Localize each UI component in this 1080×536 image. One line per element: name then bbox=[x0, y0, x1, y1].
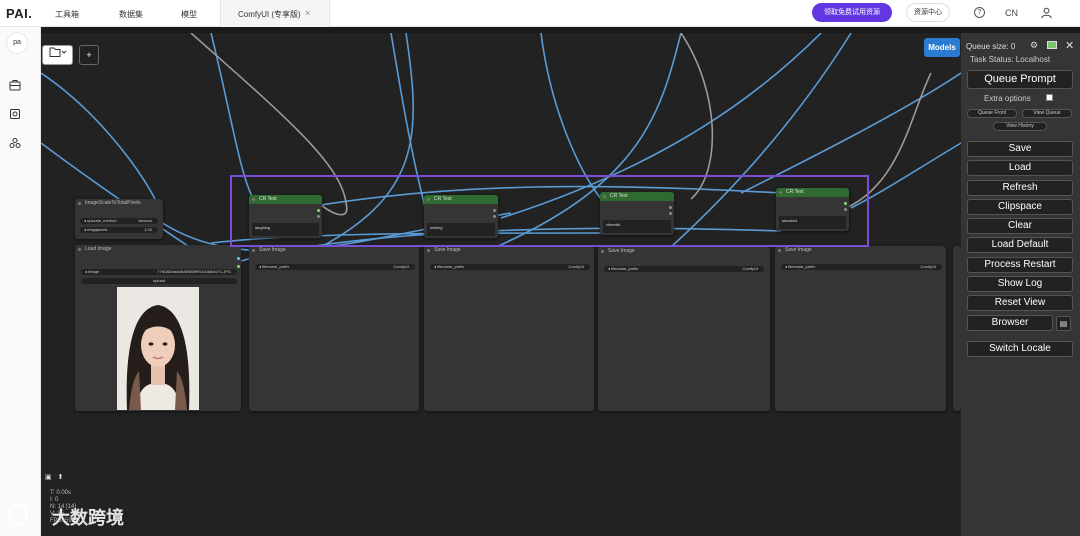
output-slot[interactable] bbox=[844, 208, 847, 211]
load-image-node[interactable]: Load Image ◂ image 77fb1684a4c8d3f4f5f9f7… bbox=[75, 245, 241, 411]
save-image-node[interactable]: Save Image ◂ filename_prefix ComfyUI bbox=[249, 246, 419, 411]
node-title: CR Text bbox=[776, 188, 849, 197]
tab-comfyui-label: ComfyUI (专享版) bbox=[238, 10, 301, 19]
switch-locale-button[interactable]: Switch Locale bbox=[967, 341, 1073, 357]
image-scale-node[interactable]: ImageScaleToTotalPixels ◂ upscale_method… bbox=[75, 199, 163, 239]
queue-size-label: Queue size: 0 bbox=[966, 42, 1016, 51]
queue-prompt-button[interactable]: Queue Prompt bbox=[967, 70, 1073, 89]
node-title: Save Image bbox=[249, 246, 419, 255]
load-button[interactable]: Load bbox=[967, 160, 1073, 176]
extra-options-checkbox[interactable] bbox=[1046, 94, 1053, 101]
free-trial-button[interactable]: 领取免费试用资源 bbox=[812, 3, 892, 22]
user-icon[interactable] bbox=[1040, 6, 1053, 19]
folder-icon bbox=[49, 47, 66, 57]
output-slot[interactable] bbox=[493, 209, 496, 212]
cr-text-node[interactable]: CR Text smiling bbox=[424, 195, 498, 238]
cr-text-node[interactable]: CR Text shocked bbox=[776, 188, 849, 231]
nav-datasets[interactable]: 数据集 bbox=[119, 9, 143, 20]
close-icon[interactable]: × bbox=[305, 8, 310, 18]
nav-models[interactable]: 模型 bbox=[181, 9, 197, 20]
briefcase-icon[interactable] bbox=[9, 79, 21, 91]
models-button[interactable]: Models bbox=[924, 38, 960, 57]
portrait-preview bbox=[117, 287, 199, 410]
pin-icon[interactable]: ⬆ bbox=[58, 474, 64, 481]
filename-prefix-widget[interactable]: ◂ filename_prefix ComfyUI bbox=[781, 264, 942, 270]
node-title: Save Image bbox=[424, 246, 594, 255]
save-image-node-partial[interactable] bbox=[953, 246, 961, 411]
group-frame[interactable] bbox=[230, 175, 869, 247]
comfyui-canvas[interactable]: + ImageScaleToTotalPixels ◂ upscale_meth… bbox=[41, 33, 961, 536]
task-status-label: Task Status: Localhost bbox=[970, 55, 1051, 64]
add-workflow-button[interactable]: + bbox=[79, 45, 99, 65]
nav-toolbox[interactable]: 工具箱 bbox=[55, 9, 79, 20]
reset-view-button[interactable]: Reset View bbox=[967, 295, 1073, 311]
filename-prefix-widget[interactable]: ◂ filename_prefix ComfyUI bbox=[255, 264, 415, 270]
node-title: Save Image bbox=[775, 246, 946, 255]
floppy-disk-icon[interactable]: ▤ bbox=[1056, 316, 1071, 331]
output-slot[interactable] bbox=[237, 257, 240, 260]
text-field[interactable]: cheerful bbox=[603, 220, 671, 233]
clipspace-button[interactable]: Clipspace bbox=[967, 199, 1073, 215]
tab-comfyui[interactable]: ComfyUI (专享版) × bbox=[220, 0, 330, 27]
view-history-button[interactable]: View History bbox=[993, 122, 1047, 131]
load-default-button[interactable]: Load Default bbox=[967, 237, 1073, 253]
help-icon[interactable]: ? bbox=[974, 7, 985, 18]
top-bar: PAI. 工具箱 数据集 模型 ComfyUI (专享版) × 领取免费试用资源… bbox=[0, 0, 1080, 27]
stat-i: I: 0 bbox=[50, 497, 59, 503]
output-slot[interactable] bbox=[669, 206, 672, 209]
save-image-node[interactable]: Save Image ◂ filename_prefix ComfyUI bbox=[775, 246, 946, 411]
output-slot[interactable] bbox=[317, 209, 320, 212]
image-file-widget[interactable]: ◂ image 77fb1684a4c8d3f4f5f9f7c018db4c71.… bbox=[81, 269, 237, 275]
extra-options-label: Extra options bbox=[984, 94, 1031, 103]
close-icon[interactable]: ✕ bbox=[1065, 39, 1074, 52]
process-restart-button[interactable]: Process Restart bbox=[967, 257, 1073, 273]
filename-prefix-widget[interactable]: ◂ filename_prefix ComfyUI bbox=[430, 264, 590, 270]
pai-logo[interactable]: PAI. bbox=[6, 6, 32, 21]
view-queue-button[interactable]: View Queue bbox=[1022, 109, 1072, 118]
save-button[interactable]: Save bbox=[967, 141, 1073, 157]
node-title: Load Image bbox=[75, 245, 241, 254]
clear-button[interactable]: Clear bbox=[967, 218, 1073, 234]
upscale-method-widget[interactable]: ◂ upscale_method lanczos bbox=[80, 218, 158, 224]
cr-text-node[interactable]: CR Text cheerful bbox=[600, 192, 674, 235]
output-slot[interactable] bbox=[317, 215, 320, 218]
resource-center-button[interactable]: 资源中心 bbox=[906, 3, 950, 22]
folder-button[interactable] bbox=[42, 45, 73, 65]
queue-front-button[interactable]: Queue Front bbox=[967, 109, 1017, 118]
cluster-icon[interactable] bbox=[9, 137, 21, 149]
canvas-tools: ▣ ⬆ bbox=[45, 473, 63, 481]
output-slot[interactable] bbox=[493, 215, 496, 218]
browser-button[interactable]: Browser bbox=[967, 315, 1053, 331]
image-icon[interactable] bbox=[1047, 41, 1057, 49]
output-slot[interactable] bbox=[669, 212, 672, 215]
watermark-logo bbox=[8, 505, 28, 525]
dataset-icon[interactable] bbox=[9, 108, 21, 120]
text-field[interactable]: laughing bbox=[252, 223, 319, 236]
workspace-avatar[interactable]: pa bbox=[6, 32, 28, 54]
megapixels-widget[interactable]: ◂ megapixels 1.00 bbox=[80, 227, 158, 233]
save-image-node[interactable]: Save Image ◂ filename_prefix ComfyUI bbox=[424, 246, 594, 411]
node-title: CR Text bbox=[424, 195, 498, 204]
left-rail: pa bbox=[0, 27, 41, 536]
queue-panel: Queue size: 0 ⚙ ✕ Task Status: Localhost… bbox=[961, 33, 1080, 536]
node-title: ImageScaleToTotalPixels bbox=[75, 199, 163, 208]
node-title: CR Text bbox=[600, 192, 674, 201]
output-slot[interactable] bbox=[237, 265, 240, 268]
show-log-button[interactable]: Show Log bbox=[967, 276, 1073, 292]
stat-time: T: 0.00s bbox=[50, 490, 72, 496]
filename-prefix-widget[interactable]: ◂ filename_prefix ComfyUI bbox=[604, 266, 764, 272]
save-icon[interactable]: ▣ bbox=[45, 474, 52, 481]
gear-icon[interactable]: ⚙ bbox=[1030, 40, 1038, 51]
watermark-text: 大数跨境 bbox=[52, 508, 124, 529]
node-title: Save Image bbox=[598, 247, 770, 256]
upload-button[interactable]: upload bbox=[81, 278, 237, 284]
save-image-node[interactable]: Save Image ◂ filename_prefix ComfyUI bbox=[598, 247, 770, 411]
refresh-button[interactable]: Refresh bbox=[967, 180, 1073, 196]
node-title: CR Text bbox=[249, 195, 322, 204]
text-field[interactable]: smiling bbox=[427, 223, 495, 236]
output-slot[interactable] bbox=[844, 202, 847, 205]
text-field[interactable]: shocked bbox=[779, 216, 846, 229]
language-switch[interactable]: CN bbox=[1005, 8, 1018, 18]
cr-text-node[interactable]: CR Text laughing bbox=[249, 195, 322, 238]
